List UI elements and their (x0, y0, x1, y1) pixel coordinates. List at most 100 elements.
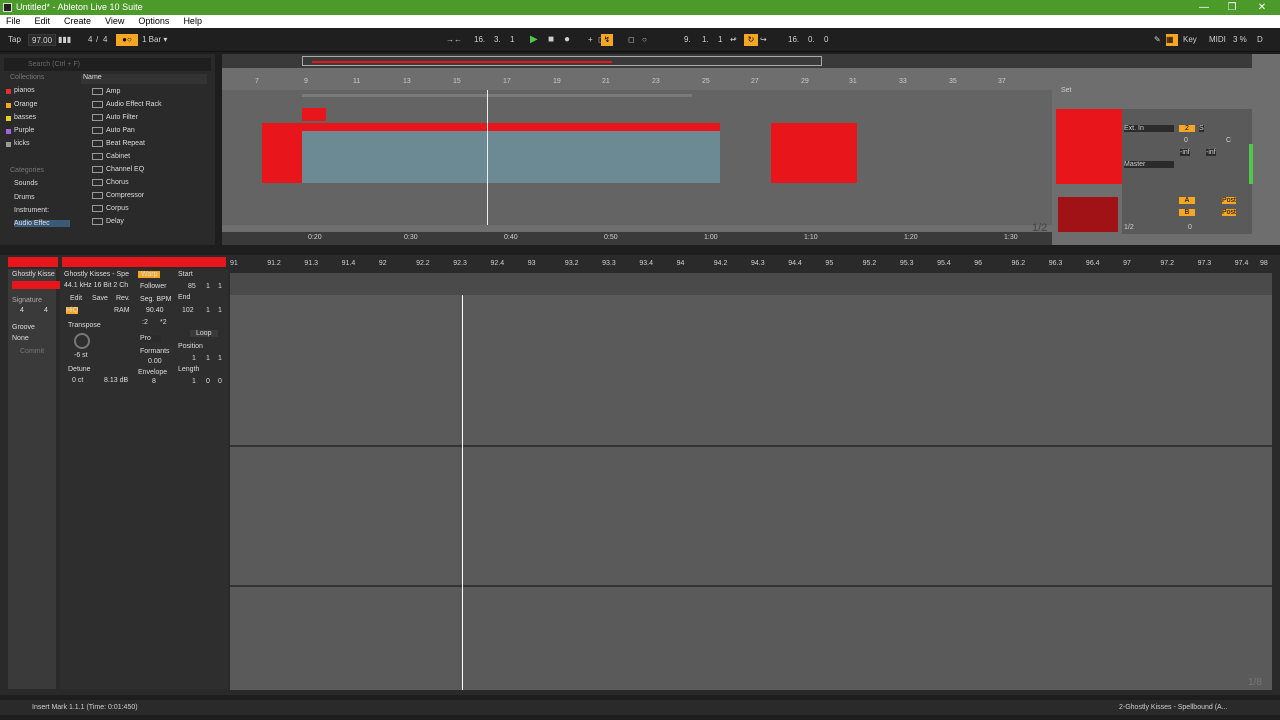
collection-purple[interactable]: Purple (6, 127, 34, 134)
overdub-icon[interactable]: + (588, 34, 593, 46)
track-scroll[interactable] (1262, 174, 1272, 224)
rev-button[interactable]: Rev. (116, 295, 130, 302)
clip-ruler[interactable]: 91 91.2 91.3 91.4 92 92.2 92.3 92.4 93 93.2 93.3 93… (230, 257, 1272, 271)
position-six[interactable]: 1 (218, 355, 222, 362)
sig-num-value[interactable]: 4 (20, 307, 24, 314)
category-drums[interactable]: Drums (14, 194, 35, 201)
send-inf-2[interactable]: -inf (1206, 149, 1216, 156)
input-type-select[interactable]: Ext. In (1124, 125, 1174, 132)
overview-bar[interactable] (222, 54, 1252, 68)
length-six[interactable]: 0 (218, 378, 222, 385)
punch-icon[interactable]: ◻ (628, 34, 635, 46)
menu-view[interactable]: View (105, 16, 124, 26)
double-tempo-button[interactable]: *2 (160, 319, 167, 326)
category-sounds[interactable]: Sounds (14, 180, 38, 187)
length-beat[interactable]: 0 (206, 378, 210, 385)
follower-select[interactable]: Follower (140, 283, 166, 290)
follow-icon[interactable]: →← (446, 34, 462, 46)
warp-mode-select[interactable]: Pro (140, 335, 161, 342)
browser-item[interactable]: Channel EQ (84, 164, 204, 176)
collection-orange[interactable]: Orange (6, 101, 37, 108)
warp-marker-lane[interactable] (230, 273, 1272, 295)
name-column-header[interactable]: Name (81, 74, 207, 84)
end-bar[interactable]: 102 (182, 307, 194, 314)
track-pan[interactable]: C (1226, 137, 1231, 144)
tempo-field[interactable]: 97.00 (28, 34, 57, 46)
midi-map-button[interactable]: MIDI (1209, 34, 1226, 46)
menu-create[interactable]: Create (64, 16, 91, 26)
sample-display[interactable] (230, 295, 1272, 690)
loop-start-beat[interactable]: 1. (702, 34, 709, 46)
browser-item[interactable]: Beat Repeat (84, 138, 204, 150)
quantize-menu[interactable]: 1 Bar ▾ (142, 34, 167, 46)
transpose-value[interactable]: -6 st (74, 352, 88, 359)
clip-title-bar[interactable] (8, 257, 58, 267)
sample-name[interactable]: Ghostly Kisses - Spe (64, 271, 129, 278)
start-beat[interactable]: 1 (206, 283, 210, 290)
browser-item[interactable]: Auto Filter (84, 112, 204, 124)
track-volume[interactable]: 0 (1184, 137, 1188, 144)
punch-out-icon[interactable]: ↪ (760, 34, 767, 46)
search-input[interactable]: Search (Ctrl + F) (4, 58, 211, 71)
loop-len-bar[interactable]: 16. (788, 34, 799, 46)
seg-bpm-value[interactable]: 90.40 (146, 307, 164, 314)
collection-basses[interactable]: basses (6, 114, 36, 121)
save-button[interactable]: Save (92, 295, 108, 302)
key-map-icon[interactable]: ▦ (1166, 34, 1178, 46)
collection-kicks[interactable]: kicks (6, 140, 30, 147)
menu-options[interactable]: Options (138, 16, 169, 26)
browser-item[interactable]: Chorus (84, 177, 204, 189)
position-bar[interactable]: 1 (192, 355, 196, 362)
sig-num[interactable]: 4 (88, 34, 92, 46)
sig-den[interactable]: 4 (103, 34, 107, 46)
sample-title-bar[interactable] (62, 257, 226, 267)
half-tempo-button[interactable]: :2 (142, 319, 148, 326)
browser-item[interactable]: Audio Effect Rack (84, 99, 204, 111)
groove-value[interactable]: None (12, 335, 29, 342)
return-a-button[interactable]: A (1179, 197, 1195, 204)
solo-button[interactable]: S (1199, 125, 1204, 132)
track-area[interactable] (222, 90, 1052, 225)
start-six[interactable]: 1 (218, 283, 222, 290)
browser-item[interactable]: Corpus (84, 203, 204, 215)
loop-len-beat[interactable]: 0. (808, 34, 815, 46)
browser-item[interactable]: Delay (84, 216, 204, 228)
punch-in-icon[interactable]: ↫ (730, 34, 737, 46)
output-select[interactable]: Master (1124, 161, 1174, 168)
time-ruler[interactable]: 0:20 0:30 0:40 0:50 1:00 1:10 1:20 1:30 (222, 232, 1052, 245)
cue-half-select[interactable]: 1/2 (1124, 224, 1134, 231)
pos-bar[interactable]: 16. (474, 34, 485, 46)
sig-den-value[interactable]: 4 (44, 307, 48, 314)
menu-file[interactable]: File (6, 16, 21, 26)
close-icon[interactable]: ✕ (1246, 0, 1278, 15)
small-clip[interactable] (302, 108, 326, 121)
track-number[interactable]: 2 (1179, 125, 1195, 132)
browser-item[interactable]: Cabinet (84, 151, 204, 163)
automation-arm-icon[interactable]: ↯ (601, 34, 613, 46)
record-icon[interactable]: ● (564, 34, 570, 46)
loop-start-bar[interactable]: 9. (684, 34, 691, 46)
hiq-button[interactable]: HiQ (66, 307, 79, 314)
stop-icon[interactable]: ■ (548, 34, 554, 46)
key-map-button[interactable]: Key (1183, 34, 1197, 46)
end-six[interactable]: 1 (218, 307, 222, 314)
transpose-knob[interactable] (74, 333, 90, 349)
warp-button[interactable]: Warp (138, 271, 161, 278)
audio-clip-2[interactable] (771, 123, 857, 183)
tap-button[interactable]: Tap (8, 34, 21, 46)
post-b-button[interactable]: Post (1222, 209, 1237, 216)
loop-toggle-icon[interactable]: ↻ (744, 34, 758, 46)
draw-mode-icon[interactable]: ✎ (1154, 34, 1161, 46)
menu-help[interactable]: Help (183, 16, 202, 26)
loop-brace[interactable] (302, 94, 692, 97)
browser-item[interactable]: Auto Pan (84, 125, 204, 137)
loop-start-six[interactable]: 1 (718, 34, 722, 46)
restore-icon[interactable]: ❐ (1216, 0, 1248, 15)
end-beat[interactable]: 1 (206, 307, 210, 314)
metronome-icon[interactable]: ▮▮▮ (58, 34, 71, 46)
browser-item[interactable]: Compressor (84, 190, 204, 202)
loop-button[interactable]: Loop (190, 330, 218, 337)
position-beat[interactable]: 1 (206, 355, 210, 362)
audio-clip[interactable] (262, 123, 720, 183)
category-instruments[interactable]: Instrument: (14, 207, 49, 214)
